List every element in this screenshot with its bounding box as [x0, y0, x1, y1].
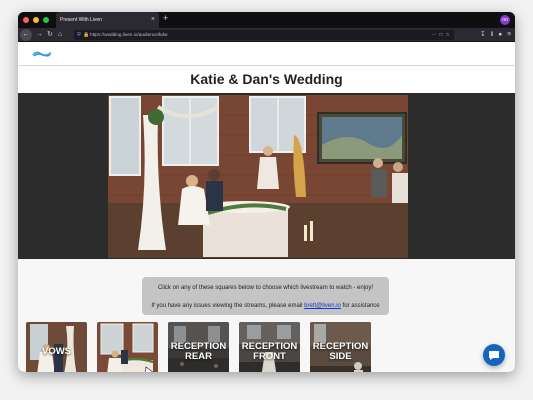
browser-toolbar: ← → ↻ ⌂ ⛨ 🔒 https://wedding.liven.io/aud… [18, 28, 515, 42]
table-thumb-image [97, 322, 158, 372]
chat-icon [489, 351, 499, 360]
support-text-before: If you have any issues viewing the strea… [151, 303, 303, 309]
reload-icon[interactable]: ↻ [47, 29, 53, 41]
new-tab-button[interactable]: + [163, 13, 168, 23]
page-title: Katie & Dan's Wedding [190, 71, 343, 87]
download-icon[interactable]: ↧ [480, 29, 485, 41]
stream-selector: VOWS RECEPTION REAR RECEPTION FRONT RECE… [26, 322, 371, 372]
web-page: Katie & Dan's Wedding Click on any of th… [18, 42, 515, 372]
liven-logo[interactable] [32, 50, 52, 58]
wedding-scene [108, 95, 408, 258]
menu-icon[interactable]: ≡ [507, 29, 511, 41]
tab-bar: Present With Liven × + oo [18, 12, 515, 28]
lock-icon: 🔒 [83, 32, 90, 38]
instructions-text: Click on any of these squares below to c… [157, 285, 374, 291]
account-avatar[interactable]: oo [500, 15, 510, 25]
url-bar[interactable]: ⛨ 🔒 https://wedding.liven.io/audience/kd… [74, 30, 454, 40]
title-bar: Katie & Dan's Wedding [18, 66, 515, 93]
bookmark-star-icon[interactable]: ☆ [446, 30, 450, 40]
stream-thumb-reception-side[interactable]: RECEPTION SIDE [310, 322, 371, 372]
info-box: Click on any of these squares below to c… [142, 277, 389, 315]
stream-label-line2: FRONT [253, 351, 286, 362]
support-email-link[interactable]: brett@liven.io [304, 303, 341, 309]
stream-thumb-reception-front[interactable]: RECEPTION FRONT [239, 322, 300, 372]
support-text: If you have any issues viewing the strea… [142, 302, 389, 310]
stream-label-line2: REAR [185, 351, 212, 362]
stream-thumb-reception-rear[interactable]: RECEPTION REAR [168, 322, 229, 372]
home-icon[interactable]: ⌂ [58, 29, 62, 41]
more-icon[interactable]: ⋯ [431, 30, 436, 40]
stream-thumb-table[interactable] [97, 322, 158, 372]
close-window-button[interactable] [23, 17, 29, 23]
window-controls [23, 17, 49, 23]
tab-title: Present With Liven [60, 17, 102, 23]
stream-band [18, 93, 515, 259]
maximize-window-button[interactable] [43, 17, 49, 23]
chat-button[interactable] [483, 344, 505, 366]
support-text-after: for assistance [342, 303, 380, 309]
url-text: https://wedding.liven.io/audience/kdw [90, 32, 168, 37]
tab-close-button[interactable]: × [151, 12, 155, 28]
back-icon[interactable]: ← [20, 29, 32, 41]
forward-icon[interactable]: → [36, 29, 43, 41]
stream-thumb-vows[interactable]: VOWS [26, 322, 87, 372]
livestream-video[interactable] [108, 95, 408, 258]
browser-window: Present With Liven × + oo ← → ↻ ⌂ ⛨ 🔒 ht… [18, 12, 515, 372]
site-header [18, 42, 515, 66]
shield-icon[interactable]: ⛨ [77, 30, 81, 40]
minimize-window-button[interactable] [33, 17, 39, 23]
account-icon[interactable]: ● [498, 29, 502, 41]
tab-present-with-liven[interactable]: Present With Liven × [56, 12, 159, 28]
stream-label-line1: VOWS [41, 346, 72, 357]
stream-label-line2: SIDE [329, 351, 352, 362]
library-icon[interactable]: ‖ [491, 29, 494, 41]
pocket-icon[interactable]: □ [439, 30, 442, 40]
